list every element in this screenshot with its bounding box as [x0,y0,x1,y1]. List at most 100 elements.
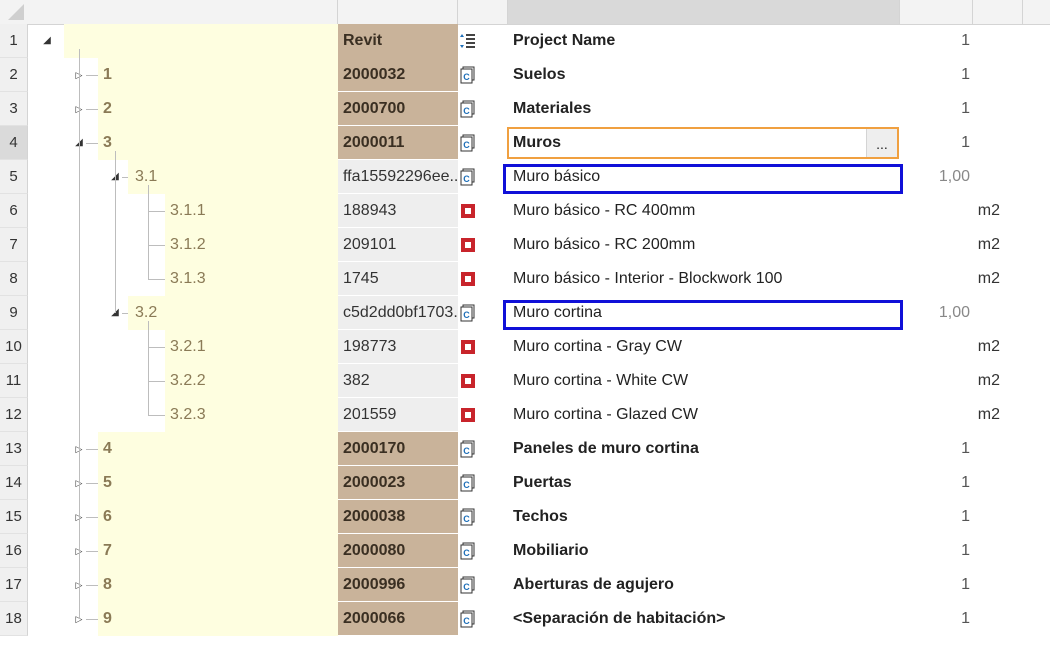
tree-cell[interactable]: ▷7 [28,534,338,568]
row-number[interactable]: 7 [0,228,28,262]
unit-cell[interactable] [970,432,1000,466]
column-header-description[interactable] [508,0,900,24]
description-cell[interactable]: Muros [513,126,561,160]
quantity-cell[interactable]: 1 [900,466,970,500]
quantity-cell[interactable] [900,228,970,262]
tree-cell[interactable]: 3.1.3 [28,262,338,296]
quantity-cell[interactable]: 1,00 [900,296,970,330]
description-cell[interactable]: Paneles de muro cortina [513,432,699,466]
tree-cell[interactable]: ▷4 [28,432,338,466]
tree-cell[interactable]: ◢ [28,24,338,58]
unit-cell[interactable] [970,500,1000,534]
row-number[interactable]: 17 [0,568,28,602]
table-row[interactable]: 5◢3.1ffa15592296ee...CMuro básico1,00 [0,160,1050,194]
column-header-code[interactable] [338,0,458,24]
column-header-quantity[interactable] [900,0,973,24]
code-cell[interactable]: 2000032 [338,58,458,92]
quantity-cell[interactable] [900,262,970,296]
code-cell[interactable]: 209101 [338,228,458,262]
row-number[interactable]: 4 [0,126,28,160]
item-icon[interactable] [459,372,477,390]
description-cell[interactable]: Materiales [513,92,591,126]
row-number[interactable]: 9 [0,296,28,330]
description-cell[interactable]: Puertas [513,466,572,500]
tree-cell[interactable]: ▷2 [28,92,338,126]
row-number[interactable]: 15 [0,500,28,534]
table-row[interactable]: 11 3.2.2 382 Muro cortina - White CW m2 [0,364,1050,398]
expand-toggle-icon[interactable]: ◢ [40,24,54,58]
unit-cell[interactable] [970,466,1000,500]
table-row[interactable]: 4◢32000011 C... Muros 1 [0,126,1050,160]
tree-cell[interactable]: ◢3.1 [28,160,338,194]
chapter-icon[interactable]: C [459,474,477,492]
tree-cell[interactable]: 3.1.1 [28,194,338,228]
unit-cell[interactable] [970,568,1000,602]
description-cell[interactable]: Mobiliario [513,534,589,568]
quantity-cell[interactable]: 1 [900,500,970,534]
chapter-icon[interactable]: C [459,100,477,118]
quantity-cell[interactable]: 1,00 [900,160,970,194]
table-row[interactable]: 2▷12000032 C Suelos 1 [0,58,1050,92]
unit-cell[interactable] [970,160,1000,194]
table-row[interactable]: 10 3.2.1 198773 Muro cortina - Gray CW m2 [0,330,1050,364]
tree-cell[interactable]: ◢3 [28,126,338,160]
table-row[interactable]: 15▷62000038 C Techos 1 [0,500,1050,534]
unit-cell[interactable]: m2 [970,262,1000,296]
row-number[interactable]: 13 [0,432,28,466]
item-icon[interactable] [459,202,477,220]
tree-cell[interactable]: ▷1 [28,58,338,92]
item-icon[interactable] [459,338,477,356]
code-cell[interactable]: ffa15592296ee... [338,160,458,194]
item-icon[interactable] [459,270,477,288]
row-number[interactable]: 6 [0,194,28,228]
row-number[interactable]: 2 [0,58,28,92]
quantity-cell[interactable]: 1 [900,534,970,568]
chapter-icon[interactable]: C [459,66,477,84]
table-row[interactable]: 1 ◢ Revit Project Name 1 [0,24,1050,58]
code-cell[interactable]: 2000023 [338,466,458,500]
description-cell[interactable]: Muro básico - RC 200mm [513,228,695,262]
tree-cell[interactable]: ▷ 9 [28,602,338,636]
row-number[interactable]: 3 [0,92,28,126]
row-number[interactable]: 18 [0,602,28,636]
chapter-icon[interactable]: C [459,134,477,152]
description-edit-field[interactable]: ... [507,127,899,159]
description-cell[interactable]: Aberturas de agujero [513,568,674,602]
item-icon[interactable] [459,406,477,424]
code-cell[interactable]: 2000011 [338,126,458,160]
code-cell[interactable]: 201559 [338,398,458,432]
table-row[interactable]: 18 ▷ 9 2000066 C <Separación de habitación> 1 [0,602,1050,636]
description-cell[interactable]: Suelos [513,58,565,92]
chapter-icon[interactable]: C [459,610,477,628]
code-cell[interactable]: 198773 [338,330,458,364]
row-number[interactable]: 12 [0,398,28,432]
unit-cell[interactable]: m2 [970,228,1000,262]
row-number[interactable]: 5 [0,160,28,194]
unit-cell[interactable]: m2 [970,398,1000,432]
quantity-cell[interactable] [900,364,970,398]
chapter-icon[interactable]: C [459,542,477,560]
unit-cell[interactable] [970,296,1000,330]
description-cell[interactable]: Muro cortina - Glazed CW [513,398,698,432]
item-icon[interactable] [459,236,477,254]
description-cell[interactable]: Project Name [513,24,615,58]
quantity-cell[interactable]: 1 [900,58,970,92]
tree-cell[interactable]: ▷5 [28,466,338,500]
row-number[interactable]: 11 [0,364,28,398]
tree-cell[interactable]: ▷6 [28,500,338,534]
quantity-cell[interactable]: 1 [900,24,970,58]
tree-cell[interactable]: 3.2.2 [28,364,338,398]
row-number[interactable]: 1 [0,24,28,58]
unit-cell[interactable] [970,58,1000,92]
table-row[interactable]: 14▷52000023 C Puertas 1 [0,466,1050,500]
chapter-icon[interactable]: C [459,168,477,186]
quantity-cell[interactable] [900,194,970,228]
table-row[interactable]: 13▷42000170 C Paneles de muro cortina 1 [0,432,1050,466]
unit-cell[interactable] [970,534,1000,568]
chapter-icon[interactable]: C [459,304,477,322]
description-cell[interactable]: Muro cortina - White CW [513,364,688,398]
column-header-extra[interactable] [1023,0,1050,24]
code-cell[interactable]: 2000170 [338,432,458,466]
unit-cell[interactable]: m2 [970,194,1000,228]
table-row[interactable]: 7 3.1.2 209101 Muro básico - RC 200mm m2 [0,228,1050,262]
